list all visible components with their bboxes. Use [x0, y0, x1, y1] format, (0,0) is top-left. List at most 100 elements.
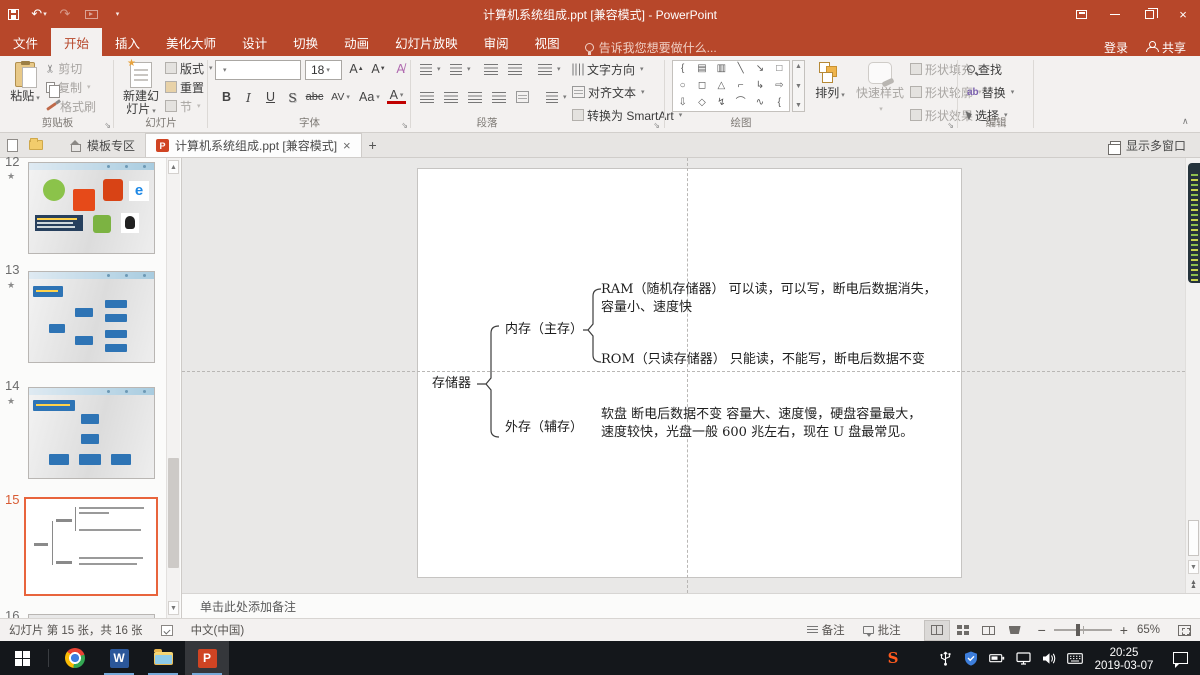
- fit-to-window-button[interactable]: [1169, 619, 1200, 642]
- align-right-button[interactable]: [468, 88, 482, 106]
- close-tab-icon[interactable]: [343, 138, 351, 153]
- taskbar-chrome-button[interactable]: [53, 641, 97, 675]
- grow-font-button[interactable]: A▲: [347, 60, 366, 78]
- sign-in-button[interactable]: 登录: [1104, 39, 1128, 56]
- shape-icon[interactable]: ⇨: [775, 81, 783, 91]
- shape-icon[interactable]: △: [717, 81, 725, 91]
- tab-transitions[interactable]: 切换: [280, 28, 331, 56]
- shape-icon[interactable]: ◻: [698, 81, 706, 91]
- panel-scroll-down-button[interactable]: ▼: [168, 601, 179, 615]
- clipboard-dialog-launcher[interactable]: ⇘: [104, 121, 111, 130]
- align-text-button[interactable]: 对齐文本: [572, 83, 645, 101]
- language-button[interactable]: 中文(中国): [182, 619, 254, 642]
- normal-view-button[interactable]: [924, 620, 950, 641]
- tab-animations[interactable]: 动画: [331, 28, 382, 56]
- format-painter-button[interactable]: 格式刷: [46, 97, 96, 115]
- underline-button[interactable]: U: [261, 88, 280, 106]
- tab-current-document[interactable]: P 计算机系统组成.ppt [兼容模式]: [145, 133, 362, 157]
- columns-button[interactable]: [546, 88, 567, 106]
- shape-icon[interactable]: ╲: [738, 64, 744, 74]
- taskbar-word-button[interactable]: W: [97, 641, 141, 675]
- reading-view-button[interactable]: [976, 620, 1002, 641]
- scrollbar-thumb[interactable]: [1188, 520, 1199, 556]
- node-internal-memory[interactable]: 内存（主存）: [505, 321, 583, 339]
- strikethrough-button[interactable]: abc: [305, 88, 324, 106]
- font-name-combo[interactable]: [215, 60, 301, 80]
- taskbar-explorer-button[interactable]: [141, 641, 185, 675]
- paragraph-dialog-launcher[interactable]: ⇘: [653, 121, 660, 130]
- notes-pane[interactable]: 单击此处添加备注: [182, 593, 1200, 618]
- notes-toggle-button[interactable]: 备注: [798, 619, 854, 642]
- tray-network-button[interactable]: [1010, 641, 1036, 675]
- decrease-indent-button[interactable]: [484, 60, 498, 78]
- change-case-button[interactable]: Aa: [359, 88, 380, 106]
- section-button[interactable]: 节: [165, 97, 201, 115]
- tab-meihua-dashi[interactable]: 美化大师: [153, 28, 229, 56]
- shape-icon[interactable]: ▤: [697, 64, 706, 74]
- numbering-button[interactable]: [450, 60, 471, 78]
- shape-icon[interactable]: ↘: [756, 64, 764, 74]
- start-button[interactable]: [0, 641, 44, 675]
- tab-view[interactable]: 视图: [522, 28, 573, 56]
- zoom-slider[interactable]: [1054, 629, 1112, 631]
- new-tab-button[interactable]: +: [362, 133, 384, 157]
- node-ram[interactable]: RAM（随机存储器） 可以读，可以写，断电后数据消失， 容量小、速度快: [601, 281, 937, 317]
- tab-slideshow[interactable]: 幻灯片放映: [382, 28, 471, 56]
- find-button[interactable]: 查找: [967, 60, 1002, 78]
- shapes-gallery-scroll[interactable]: ▲▼▼: [792, 60, 805, 112]
- tray-sogou-button[interactable]: S: [880, 641, 906, 675]
- taskbar-clock[interactable]: 20:25 2019-03-07: [1088, 644, 1160, 673]
- zoom-in-button[interactable]: +: [1120, 622, 1128, 638]
- distribute-button[interactable]: [516, 88, 529, 106]
- ribbon-display-options-button[interactable]: [1064, 0, 1098, 28]
- shape-icon[interactable]: ⌐: [738, 81, 744, 91]
- line-spacing-button[interactable]: [538, 60, 561, 78]
- save-button[interactable]: [0, 0, 26, 28]
- font-color-button[interactable]: A: [387, 88, 406, 104]
- minimize-button[interactable]: [1098, 0, 1132, 28]
- align-center-button[interactable]: [444, 88, 458, 106]
- layout-button[interactable]: 版式: [165, 59, 213, 77]
- copy-button[interactable]: 复制: [46, 78, 91, 96]
- tab-review[interactable]: 审阅: [471, 28, 522, 56]
- shape-icon[interactable]: ○: [680, 81, 686, 91]
- tray-power-button[interactable]: [984, 641, 1010, 675]
- italic-button[interactable]: I: [239, 88, 258, 106]
- zoom-level-button[interactable]: 65%: [1128, 619, 1169, 642]
- font-size-combo[interactable]: 18: [305, 60, 342, 80]
- shape-icon[interactable]: ⇩: [678, 98, 686, 108]
- slide-12-thumbnail[interactable]: e: [28, 162, 155, 254]
- increase-indent-button[interactable]: [508, 60, 522, 78]
- tray-security-button[interactable]: [958, 641, 984, 675]
- customize-quick-access-button[interactable]: ▾: [104, 0, 130, 28]
- font-dialog-launcher[interactable]: ⇘: [401, 121, 408, 130]
- slide-sorter-view-button[interactable]: [950, 620, 976, 641]
- node-external-desc[interactable]: 软盘 断电后数据不变 容量大、速度慢，硬盘容量最大， 速度较快，光盘一般 600…: [601, 406, 921, 442]
- taskbar-powerpoint-button[interactable]: P: [185, 641, 229, 675]
- tab-template-zone[interactable]: 模板专区: [60, 133, 145, 157]
- panel-scrollbar-thumb[interactable]: [168, 458, 179, 568]
- node-rom[interactable]: ROM（只读存储器） 只能读，不能写，断电后数据不变: [601, 351, 925, 369]
- text-direction-button[interactable]: 文字方向: [572, 60, 644, 78]
- shape-icon[interactable]: {: [778, 98, 781, 108]
- drawing-dialog-launcher[interactable]: ⇘: [947, 121, 954, 130]
- tab-design[interactable]: 设计: [229, 28, 280, 56]
- show-multiple-windows-button[interactable]: 显示多窗口: [1110, 133, 1200, 157]
- shape-icon[interactable]: ◇: [698, 98, 706, 108]
- clear-formatting-button[interactable]: A̸: [391, 60, 410, 78]
- cut-button[interactable]: ✂剪切: [46, 59, 82, 77]
- collapse-ribbon-button[interactable]: ∧: [1182, 116, 1189, 127]
- shrink-font-button[interactable]: A▼: [369, 60, 388, 78]
- shape-icon[interactable]: {: [681, 64, 684, 74]
- comments-toggle-button[interactable]: 批注: [854, 619, 910, 642]
- share-button[interactable]: 共享: [1146, 39, 1186, 56]
- scroll-down-button[interactable]: ▼: [1188, 560, 1199, 574]
- text-shadow-button[interactable]: S: [283, 88, 302, 106]
- slide-counter[interactable]: 幻灯片 第 15 张，共 16 张: [0, 619, 152, 642]
- panel-scrollbar[interactable]: ▲ ▼: [166, 158, 180, 618]
- bold-button[interactable]: B: [217, 88, 236, 106]
- tray-usb-button[interactable]: [932, 641, 958, 675]
- shape-icon[interactable]: ∿: [756, 98, 764, 108]
- justify-button[interactable]: [492, 88, 506, 106]
- shape-icon[interactable]: ↯: [717, 98, 725, 108]
